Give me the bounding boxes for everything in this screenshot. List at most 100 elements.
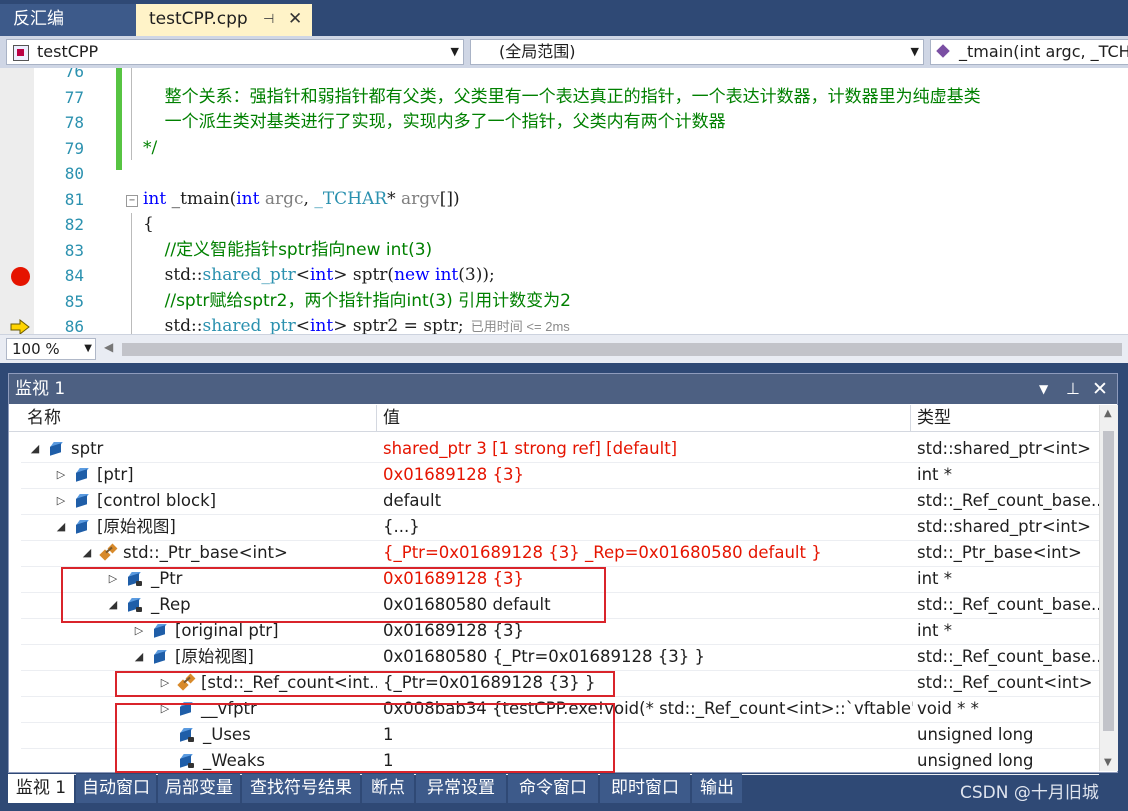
- watch-value[interactable]: 0x01680580 {_Ptr=0x01689128 {3} }: [383, 644, 913, 670]
- watch-window: 监视 1 ▼ ⊥ ✕ 名称 值 类型 ◢ sptr shared_ptr 3 [1 …: [8, 373, 1118, 775]
- watch-row[interactable]: ▷ [control block] default std::_Ref_count_b…: [21, 488, 1099, 515]
- tool-window-tabs: 监视 1 自动窗口 局部变量 查找符号结果 断点 异常设置 命令窗口 即时窗口 输出: [8, 774, 1118, 804]
- scope-name: (全局范围): [499, 42, 576, 61]
- field-icon: [75, 520, 89, 534]
- code-line[interactable]: 78 一个派生类对基类进行了实现，实现内多了一个指针，父类内有两个计数器: [0, 110, 1128, 136]
- column-header-name[interactable]: 名称: [21, 405, 377, 431]
- code-text: std::shared_ptr<int> sptr2 = sptr; 已用时间 …: [143, 314, 570, 334]
- watch-value[interactable]: 0x01689128 {3}: [383, 462, 913, 488]
- code-token: []): [439, 188, 460, 209]
- code-line[interactable]: 76: [0, 68, 1128, 85]
- function-dropdown[interactable]: _tmain(int argc, _TCHAR* argv[]): [930, 39, 1128, 65]
- vertical-scrollbar[interactable]: ▲ ▼: [1099, 405, 1118, 771]
- line-number: 77: [64, 87, 84, 107]
- outline-guide: [131, 68, 132, 160]
- watch-row[interactable]: ◢ std::_Ptr_base<int> {_Ptr=0x01689128 {3}…: [21, 540, 1099, 567]
- watch-name: [原始视图]: [97, 517, 176, 536]
- scrollbar-thumb[interactable]: [1103, 431, 1114, 731]
- code-token: //sptr赋给sptr2，两个指针指向int(3) 引用计数变为2: [143, 290, 571, 311]
- collapse-arrow-icon[interactable]: ◢: [29, 436, 41, 462]
- scroll-up-icon[interactable]: ▲: [1104, 408, 1112, 419]
- window-menu-icon[interactable]: ▼: [1039, 374, 1048, 404]
- column-header-value[interactable]: 值: [377, 405, 911, 431]
- watch-row[interactable]: ◢ [原始视图] 0x01680580 {_Ptr=0x01689128 {3} }…: [21, 644, 1099, 671]
- code-line[interactable]: 80: [0, 161, 1128, 187]
- scope-dropdown[interactable]: (全局范围) ▼: [470, 39, 924, 65]
- pin-icon[interactable]: ⊥: [1066, 374, 1080, 404]
- code-token: 整个关系：强指针和弱指针都有父类，父类里有一个表达真正的指针，一个表达计数器，计…: [143, 86, 981, 107]
- project-name: testCPP: [37, 42, 99, 61]
- tool-tab[interactable]: 命令窗口: [508, 774, 598, 803]
- watch-value[interactable]: {_Ptr=0x01689128 {3} _Rep=0x01680580 def…: [383, 540, 913, 566]
- document-tab-bar: 反汇编 testCPP.cpp ⊣ ✕: [0, 0, 1128, 36]
- tool-tab[interactable]: 自动窗口: [76, 774, 156, 803]
- close-icon[interactable]: ✕: [288, 4, 302, 35]
- code-line[interactable]: 86 std::shared_ptr<int> sptr2 = sptr; 已用…: [0, 314, 1128, 334]
- pin-icon[interactable]: ⊣: [263, 4, 274, 35]
- code-token: {: [143, 214, 154, 234]
- code-token: 已用时间 <= 2ms: [463, 319, 570, 334]
- line-number: 86: [64, 317, 84, 334]
- code-text: 整个关系：强指针和弱指针都有父类，父类里有一个表达真正的指针，一个表达计数器，计…: [143, 85, 981, 110]
- code-line[interactable]: 82 {: [0, 212, 1128, 238]
- collapse-arrow-icon[interactable]: ◢: [133, 644, 145, 670]
- collapse-toggle-icon[interactable]: −: [126, 195, 138, 207]
- watermark: CSDN @十月旧城: [960, 783, 1099, 803]
- collapse-arrow-icon[interactable]: ◢: [81, 540, 93, 566]
- code-line[interactable]: 83 //定义智能指针sptr指向new int(3): [0, 238, 1128, 264]
- tool-tab[interactable]: 异常设置: [416, 774, 506, 803]
- horizontal-scrollbar[interactable]: [122, 343, 1122, 356]
- watch-type: std::shared_ptr<int>: [917, 439, 1092, 458]
- code-line[interactable]: 77 整个关系：强指针和弱指针都有父类，父类里有一个表达真正的指针，一个表达计数…: [0, 85, 1128, 111]
- code-token: argv: [401, 188, 440, 209]
- tool-tab[interactable]: 监视 1: [8, 774, 74, 803]
- code-token: new: [394, 265, 430, 285]
- expand-arrow-icon[interactable]: ▷: [55, 488, 67, 514]
- tool-tab[interactable]: 输出: [692, 774, 742, 803]
- code-text: int _tmain(int argc, _TCHAR* argv[]): [143, 187, 460, 212]
- line-number: 81: [64, 189, 84, 209]
- breakpoint-icon[interactable]: [11, 267, 30, 286]
- code-token: 一个派生类对基类进行了实现，实现内多了一个指针，父类内有两个计数器: [143, 112, 726, 132]
- code-token: shared_ptr: [202, 265, 296, 285]
- tool-tab[interactable]: 即时窗口: [600, 774, 690, 803]
- scroll-left-icon[interactable]: ◀: [104, 340, 113, 354]
- code-line[interactable]: 79 */: [0, 136, 1128, 162]
- watch-row[interactable]: ◢ [原始视图] {...} std::shared_ptr<int>: [21, 514, 1099, 541]
- code-editor[interactable]: 76 77 整个关系：强指针和弱指针都有父类，父类里有一个表达真正的指针，一个表达…: [0, 68, 1128, 334]
- watch-title-bar[interactable]: 监视 1 ▼ ⊥ ✕: [9, 374, 1117, 404]
- code-text: */: [143, 136, 157, 161]
- tool-tab[interactable]: 查找符号结果: [242, 774, 360, 803]
- collapse-arrow-icon[interactable]: ◢: [55, 514, 67, 540]
- tool-tab[interactable]: 断点: [362, 774, 414, 803]
- code-text: {: [143, 212, 154, 237]
- code-line[interactable]: 85 //sptr赋给sptr2，两个指针指向int(3) 引用计数变为2: [0, 289, 1128, 315]
- watch-row[interactable]: ▷ [ptr] 0x01689128 {3} int *: [21, 462, 1099, 489]
- zoom-level: 100 %: [12, 340, 60, 358]
- code-line[interactable]: 81 int _tmain(int argc, _TCHAR* argv[]): [0, 187, 1128, 213]
- watch-type: std::_Ref_count_base...: [917, 647, 1099, 666]
- code-token: int: [309, 265, 334, 285]
- code-line[interactable]: 84 std::shared_ptr<int> sptr(new int(3))…: [0, 263, 1128, 289]
- watch-row[interactable]: ◢ sptr shared_ptr 3 [1 strong ref] [defaul…: [21, 436, 1099, 463]
- field-icon: [153, 624, 167, 638]
- watch-name: sptr: [71, 439, 104, 458]
- field-icon: [153, 650, 167, 664]
- watch-value[interactable]: shared_ptr 3 [1 strong ref] [default]: [383, 436, 913, 462]
- tool-tab[interactable]: 局部变量: [158, 774, 240, 803]
- scroll-down-icon[interactable]: ▼: [1104, 757, 1112, 768]
- tab-disassembly[interactable]: 反汇编: [0, 4, 136, 36]
- watch-value[interactable]: default: [383, 488, 913, 514]
- watch-title: 监视 1: [15, 379, 66, 399]
- zoom-dropdown[interactable]: 100 % ▼: [6, 338, 96, 360]
- column-header-type[interactable]: 类型: [911, 405, 1099, 431]
- line-number: 84: [64, 266, 84, 285]
- close-icon[interactable]: ✕: [1092, 374, 1108, 404]
- project-dropdown[interactable]: testCPP ▼: [6, 39, 464, 65]
- watch-name: [原始视图]: [175, 647, 254, 666]
- field-icon: [75, 468, 89, 482]
- watch-value[interactable]: {...}: [383, 514, 913, 540]
- tab-testcpp-file[interactable]: testCPP.cpp ⊣ ✕: [136, 4, 312, 36]
- expand-arrow-icon[interactable]: ▷: [55, 462, 67, 488]
- code-token: //定义智能指针sptr指向new int(3): [143, 239, 433, 260]
